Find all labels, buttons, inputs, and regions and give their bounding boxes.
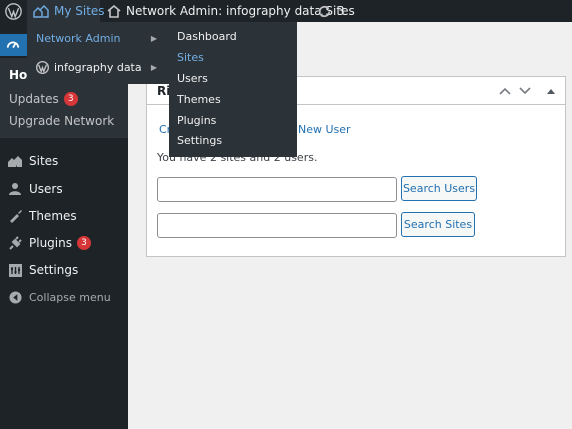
chevron-down-icon[interactable]	[517, 83, 533, 99]
refresh-icon	[318, 5, 331, 17]
sidebar-item-label: Sites	[29, 154, 59, 168]
submenu-themes[interactable]: Themes	[177, 93, 221, 106]
submenu-plugins[interactable]: Plugins	[177, 114, 216, 127]
dropdown-site-label: infography data	[54, 60, 142, 74]
submenu-upgrade-network[interactable]: Upgrade Network	[9, 114, 114, 128]
dropdown-site-infography[interactable]: infography data ▶	[27, 53, 169, 81]
settings-icon	[7, 262, 23, 278]
sites-icon	[7, 153, 23, 169]
submenu-dashboard[interactable]: Dashboard	[177, 30, 237, 43]
wordpress-logo-icon[interactable]	[0, 0, 27, 22]
search-sites-input[interactable]	[157, 213, 397, 238]
wordpress-site-icon	[36, 60, 49, 74]
sidebar-item-settings[interactable]: Settings	[0, 257, 128, 283]
plugins-icon	[7, 235, 23, 251]
sidebar-item-label: Users	[29, 182, 63, 196]
sidebar-item-plugins[interactable]: Plugins 3	[0, 230, 128, 256]
collapse-icon	[7, 289, 23, 305]
updates-count: 3	[337, 4, 345, 18]
search-sites-button[interactable]: Search Sites	[401, 212, 475, 237]
submenu-updates-label: Updates	[9, 92, 59, 106]
dropdown-network-admin-label: Network Admin	[36, 31, 121, 45]
admin-bar: My Sites Network Admin: infography data …	[0, 0, 572, 22]
sidebar-item-label: Settings	[29, 263, 79, 277]
sidebar-item-label: Themes	[29, 209, 77, 223]
search-users-input[interactable]	[157, 177, 397, 202]
users-icon	[7, 181, 23, 197]
submenu-upgrade-label: Upgrade Network	[9, 114, 115, 128]
updates-badge: 3	[63, 92, 78, 106]
sidebar-item-users[interactable]: Users	[0, 176, 128, 202]
my-sites-dropdown: Network Admin ▶ infography data ▶	[27, 22, 169, 84]
submenu-users[interactable]: Users	[177, 72, 208, 85]
network-admin-submenu: Dashboard Sites Users Themes Plugins Set…	[169, 22, 297, 157]
collapse-menu-button[interactable]: Collapse menu	[0, 284, 128, 310]
sidebar-item-sites[interactable]: Sites	[0, 148, 128, 174]
submenu-updates[interactable]: Updates 3	[9, 92, 78, 106]
submenu-sites[interactable]: Sites	[177, 51, 204, 64]
dropdown-network-admin[interactable]: Network Admin ▶	[27, 24, 169, 52]
plugins-badge: 3	[76, 236, 91, 250]
chevron-right-icon: ▶	[150, 33, 157, 43]
search-users-button[interactable]: Search Users	[401, 176, 477, 201]
my-sites-label: My Sites	[54, 4, 105, 18]
new-user-link[interactable]: New User	[298, 123, 351, 136]
my-sites-icon	[33, 5, 49, 18]
dashboard-icon	[6, 41, 20, 49]
my-sites-menu[interactable]: My Sites	[27, 0, 105, 22]
themes-icon	[7, 208, 23, 224]
chevron-up-icon[interactable]	[497, 83, 513, 99]
updates-link[interactable]: 3	[311, 0, 345, 22]
collapse-menu-label: Collapse menu	[29, 290, 111, 304]
sidebar-item-themes[interactable]: Themes	[0, 203, 128, 229]
home-icon	[107, 4, 121, 18]
submenu-settings[interactable]: Settings	[177, 134, 222, 147]
toggle-panel-icon[interactable]	[543, 83, 559, 99]
chevron-right-icon: ▶	[150, 62, 157, 72]
sidebar-item-label: Plugins	[29, 236, 72, 250]
